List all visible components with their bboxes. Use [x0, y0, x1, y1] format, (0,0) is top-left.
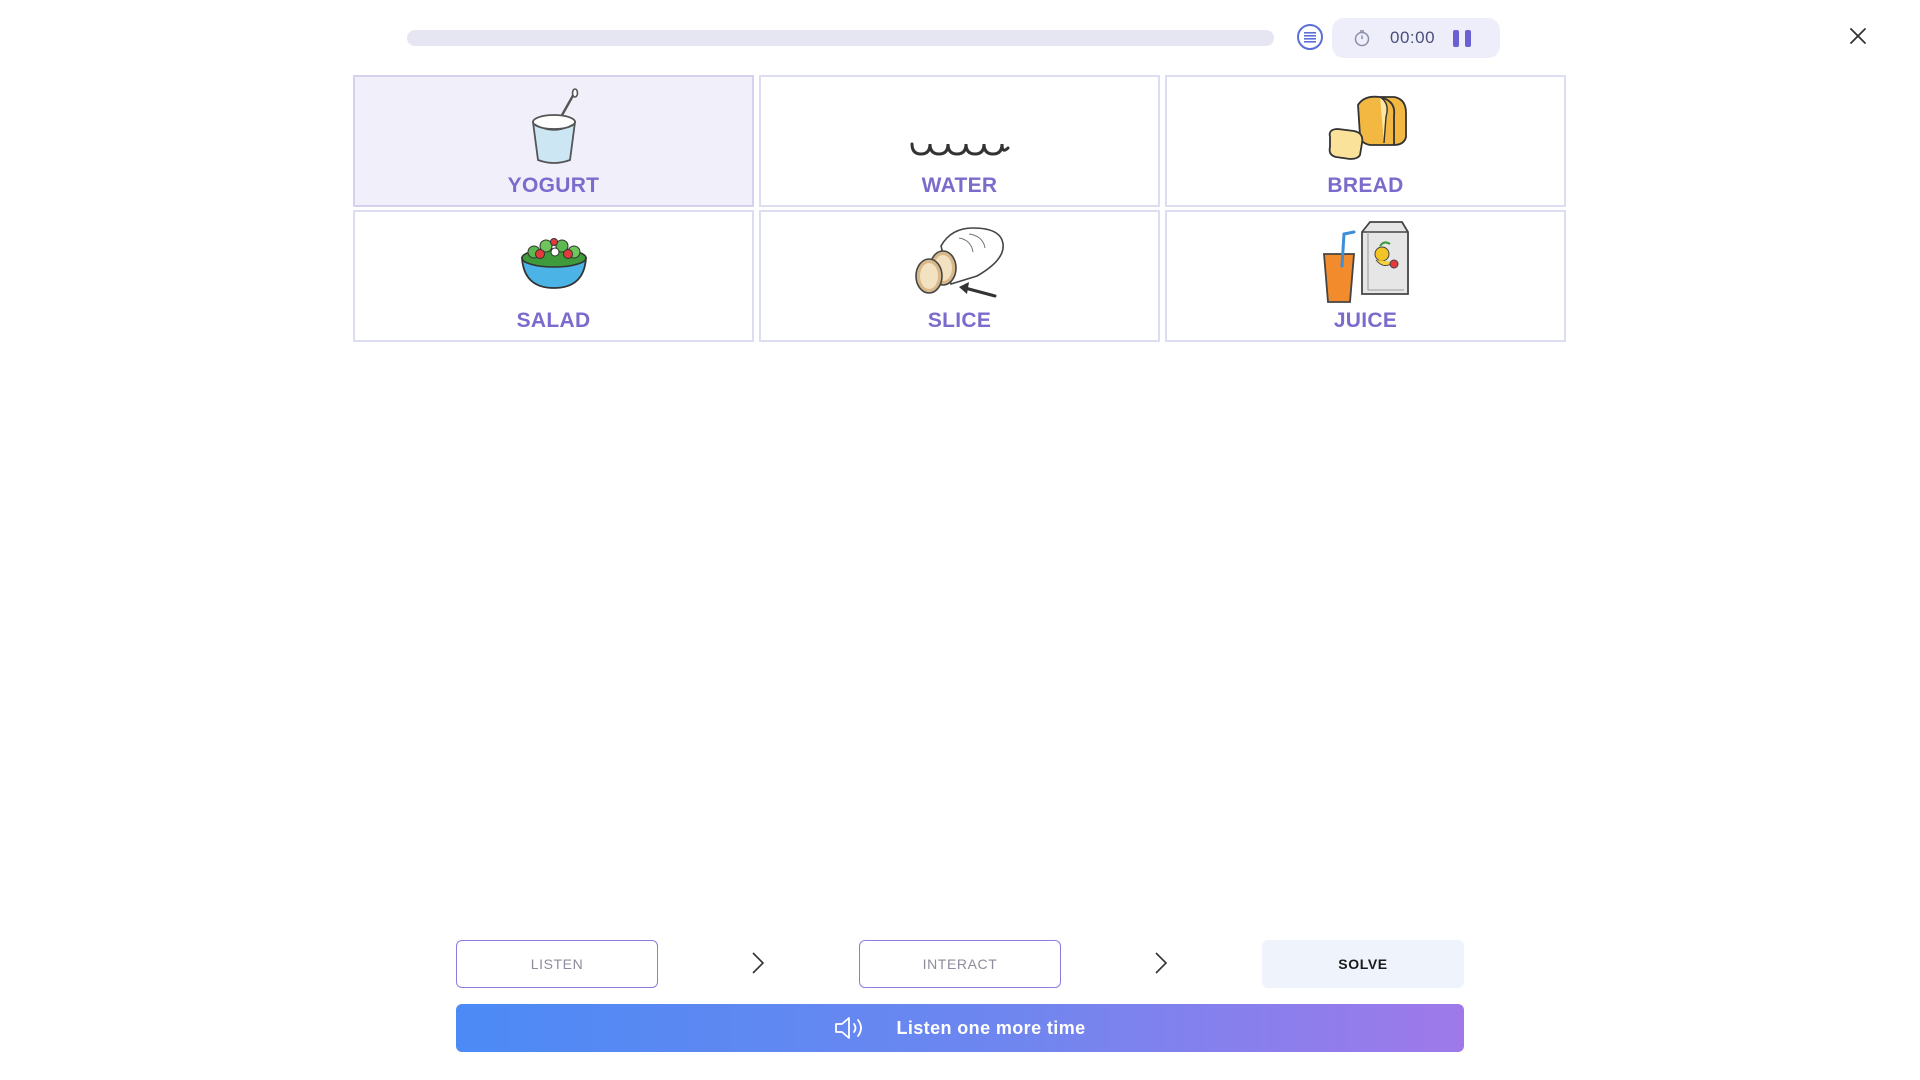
- bread-icon: [1316, 87, 1416, 167]
- slice-icon: [910, 222, 1010, 302]
- timer-text: 00:00: [1390, 28, 1436, 47]
- progress-bar: [407, 30, 1274, 46]
- speaker-icon: [835, 1017, 863, 1039]
- list-circle-icon[interactable]: [1297, 24, 1323, 50]
- card-juice[interactable]: JUICE: [1165, 210, 1566, 342]
- step-solve[interactable]: SOLVE: [1262, 940, 1464, 988]
- water-icon: [910, 87, 1010, 167]
- timer: 00:00: [1332, 18, 1500, 58]
- juice-icon: [1316, 221, 1416, 303]
- yogurt-icon: [504, 87, 604, 167]
- step-listen[interactable]: LISTEN: [456, 940, 658, 988]
- card-label: SLICE: [927, 309, 992, 332]
- card-label: JUICE: [1333, 309, 1398, 332]
- answer-grid: YOGURT WATER BREAD SALAD SLICE JUICE: [353, 75, 1567, 342]
- pause-button[interactable]: [1453, 29, 1472, 47]
- pause-icon: [1453, 29, 1460, 47]
- card-label: BREAD: [1327, 174, 1404, 197]
- pause-icon: [1465, 29, 1472, 47]
- step-interact[interactable]: INTERACT: [859, 940, 1061, 988]
- exercise-screen: 00:00 YOGURT WATER BREAD SALAD SLICE JUI…: [0, 0, 1920, 1080]
- card-slice[interactable]: SLICE: [759, 210, 1160, 342]
- card-label: WATER: [921, 174, 998, 197]
- card-label: SALAD: [516, 309, 591, 332]
- chevron-right-icon: [1155, 952, 1168, 974]
- salad-icon: [504, 222, 604, 302]
- card-yogurt[interactable]: YOGURT: [353, 75, 754, 207]
- close-icon: [1850, 28, 1866, 44]
- card-bread[interactable]: BREAD: [1165, 75, 1566, 207]
- listen-again-label: Listen one more time: [896, 1017, 1086, 1038]
- card-salad[interactable]: SALAD: [353, 210, 754, 342]
- chevron-right-icon: [752, 952, 765, 974]
- card-water[interactable]: WATER: [759, 75, 1160, 207]
- card-label: YOGURT: [507, 174, 600, 197]
- listen-again-button[interactable]: Listen one more time: [456, 1004, 1464, 1052]
- stopwatch-icon: [1352, 28, 1372, 48]
- close-button[interactable]: [1846, 24, 1870, 48]
